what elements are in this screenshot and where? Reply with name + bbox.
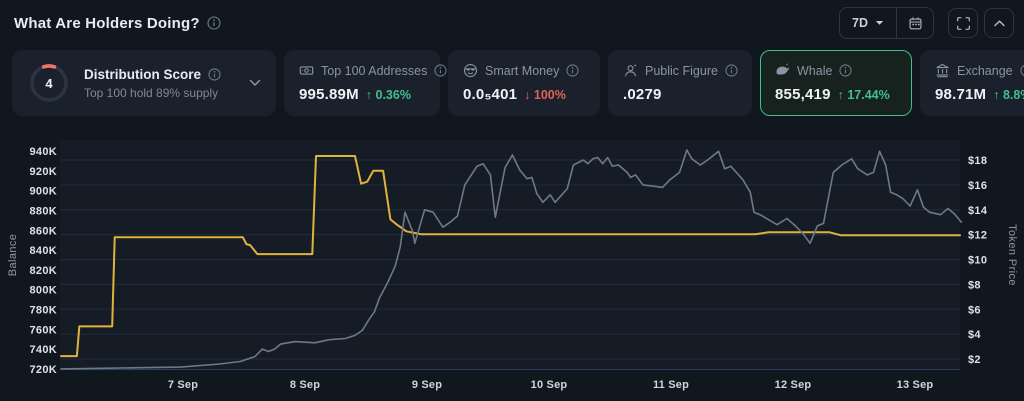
distribution-score-gauge: 4 [27, 61, 71, 105]
svg-text:860K: 860K [30, 225, 58, 237]
stat-info-icon[interactable] [1020, 64, 1024, 77]
svg-text:9 Sep: 9 Sep [412, 379, 442, 391]
date-range-group: 7D [839, 7, 934, 39]
fullscreen-icon [956, 16, 971, 31]
distribution-subtitle: Top 100 hold 89% supply [84, 86, 236, 100]
stat-label: Whale [797, 64, 832, 78]
svg-text:720K: 720K [30, 364, 58, 376]
svg-text:780K: 780K [30, 305, 58, 317]
range-selector[interactable]: 7D [840, 8, 896, 38]
stat-label: Smart Money [485, 64, 559, 78]
widget-header: What Are Holders Doing? 7D [0, 0, 1024, 46]
svg-text:$10: $10 [968, 255, 987, 267]
distribution-score-title: Distribution Score [84, 67, 201, 82]
svg-text:820K: 820K [30, 265, 58, 277]
x-axis-tick-labels: 7 Sep 8 Sep 9 Sep 10 Sep 11 Sep 12 Sep 13 Sep [168, 379, 934, 391]
stat-change: ↑ 8.8% [993, 88, 1024, 102]
svg-text:940K: 940K [30, 146, 58, 158]
stat-change: ↑ 0.36% [366, 88, 411, 102]
y-left-tick-labels: 720K 740K 760K 780K 800K 820K 840K 860K 880K 900K… [30, 146, 58, 376]
stat-card-whale[interactable]: Whale 855,419 ↑ 17.44% [760, 50, 912, 116]
stat-change: ↓ 100% [524, 88, 566, 102]
banknote-icon [299, 63, 314, 78]
stat-label: Exchange [957, 64, 1013, 78]
svg-text:880K: 880K [30, 205, 58, 217]
holder-stat-cards: 4 Distribution Score Top 100 hold 89% su… [12, 50, 1024, 116]
range-label: 7D [852, 16, 868, 30]
calendar-icon [908, 16, 923, 31]
svg-text:$12: $12 [968, 230, 987, 242]
stat-info-icon[interactable] [434, 64, 447, 77]
svg-text:$2: $2 [968, 354, 981, 366]
stat-change: ↑ 17.44% [838, 88, 890, 102]
distribution-info-icon[interactable] [208, 68, 221, 81]
calendar-button[interactable] [897, 8, 933, 38]
stat-value: 855,419 [775, 86, 831, 103]
svg-text:$8: $8 [968, 279, 981, 291]
stat-info-icon[interactable] [566, 64, 579, 77]
y-right-axis-title: Token Price [1006, 224, 1018, 286]
chevron-up-icon [993, 19, 1006, 28]
y-left-axis-title: Balance [7, 234, 19, 277]
stat-card-public-figure[interactable]: Public Figure .0279 [608, 50, 752, 116]
plot-area [60, 140, 960, 370]
svg-text:760K: 760K [30, 324, 58, 336]
page-title: What Are Holders Doing? [14, 15, 200, 32]
svg-text:12 Sep: 12 Sep [775, 379, 812, 391]
svg-text:$16: $16 [968, 180, 987, 192]
svg-text:740K: 740K [30, 344, 58, 356]
svg-text:13 Sep: 13 Sep [897, 379, 934, 391]
stat-info-icon[interactable] [839, 64, 852, 77]
smart-money-icon [463, 63, 478, 78]
whale-icon [775, 63, 790, 78]
stat-card-top-100-addresses[interactable]: Top 100 Addresses 995.89M ↑ 0.36% [284, 50, 440, 116]
stat-card-smart-money[interactable]: Smart Money 0.0₅401 ↓ 100% [448, 50, 600, 116]
stat-value: 98.71M [935, 86, 986, 103]
svg-text:$6: $6 [968, 304, 981, 316]
chart-canvas: 720K 740K 760K 780K 800K 820K 840K 860K 880K 900K… [0, 125, 1024, 401]
bank-icon [935, 63, 950, 78]
svg-text:$18: $18 [968, 155, 987, 167]
svg-text:$14: $14 [968, 205, 988, 217]
stat-label: Top 100 Addresses [321, 64, 427, 78]
public-figure-icon [623, 63, 638, 78]
stat-card-exchange[interactable]: Exchange 98.71M ↑ 8.8% [920, 50, 1024, 116]
svg-text:7 Sep: 7 Sep [168, 379, 198, 391]
stat-value: 995.89M [299, 86, 359, 103]
caret-down-icon [875, 20, 884, 26]
svg-text:900K: 900K [30, 186, 58, 198]
holders-balance-price-chart[interactable]: 720K 740K 760K 780K 800K 820K 840K 860K 880K 900K… [0, 125, 1024, 401]
svg-text:840K: 840K [30, 245, 58, 257]
header-controls: 7D [839, 7, 1014, 39]
collapse-button[interactable] [984, 8, 1014, 38]
stat-value: 0.0₅401 [463, 86, 517, 103]
svg-text:10 Sep: 10 Sep [531, 379, 568, 391]
stat-value: .0279 [623, 86, 662, 103]
svg-text:$4: $4 [968, 329, 981, 341]
chevron-down-icon [249, 79, 261, 87]
title-info-icon[interactable] [207, 16, 221, 30]
stat-info-icon[interactable] [725, 64, 738, 77]
svg-text:800K: 800K [30, 285, 58, 297]
svg-text:8 Sep: 8 Sep [290, 379, 320, 391]
distribution-score-value: 4 [27, 61, 71, 105]
distribution-score-card[interactable]: 4 Distribution Score Top 100 hold 89% su… [12, 50, 276, 116]
stat-label: Public Figure [645, 64, 718, 78]
svg-text:920K: 920K [30, 166, 58, 178]
y-right-tick-labels: $2 $4 $6 $8 $10 $12 $14 $16 $18 [968, 155, 988, 366]
fullscreen-button[interactable] [948, 8, 978, 38]
svg-text:11 Sep: 11 Sep [653, 379, 689, 391]
